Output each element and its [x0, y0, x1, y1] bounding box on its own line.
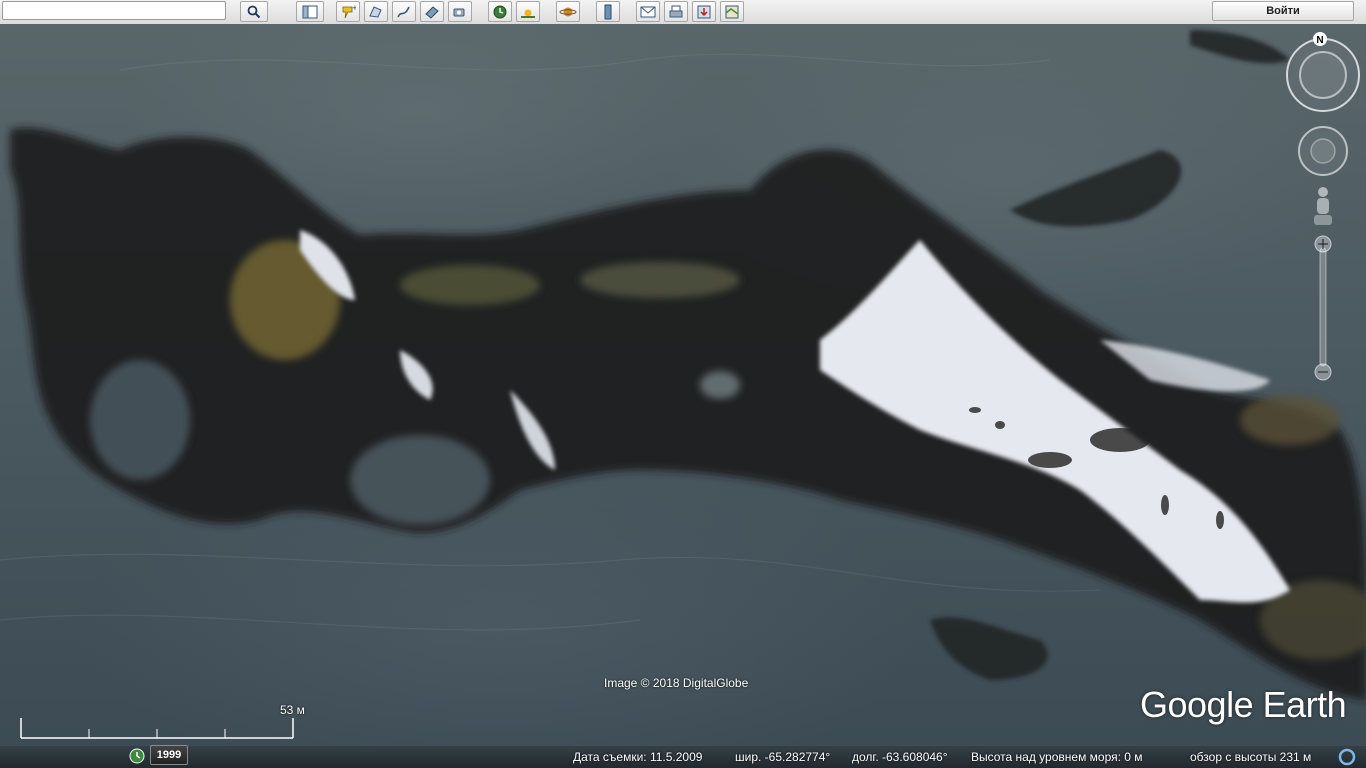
image-overlay-button[interactable]	[420, 1, 444, 22]
save-image-button[interactable]	[692, 1, 716, 22]
compass-north-label: N	[1316, 35, 1323, 46]
compass-ring[interactable]: N	[1284, 30, 1362, 116]
status-bar: Дата съемки: 11.5.2009 шир. -65.282774° …	[0, 746, 1366, 768]
add-path-button[interactable]	[392, 1, 416, 22]
search-button[interactable]	[240, 1, 268, 22]
login-button[interactable]: Войти	[1212, 1, 1354, 21]
latitude-readout: шир. -65.282774°	[735, 750, 831, 764]
toolbar: + Войти	[0, 0, 1366, 25]
street-view-pegman-icon[interactable]	[1311, 185, 1335, 229]
print-button[interactable]	[664, 1, 688, 22]
scale-label: 53 м	[280, 703, 305, 717]
planets-icon	[559, 7, 577, 16]
scale-bar	[20, 718, 294, 739]
image-overlay-icon	[425, 5, 439, 19]
elevation-readout: Высота над уровнем моря: 0 м	[971, 750, 1143, 764]
imagery-credit: Image © 2018 DigitalGlobe	[604, 676, 749, 690]
historical-imagery-icon	[493, 5, 507, 18]
eye-altitude-readout: обзор с высоты 231 м	[1190, 750, 1312, 764]
add-placemark-icon: +	[342, 4, 356, 18]
ruler-icon	[604, 4, 612, 19]
add-placemark-button[interactable]: +	[336, 1, 360, 22]
sunlight-icon	[521, 9, 535, 18]
email-icon	[640, 6, 656, 17]
zoom-slider[interactable]	[1311, 234, 1335, 386]
look-joystick[interactable]	[1297, 125, 1349, 177]
add-path-icon	[397, 6, 410, 17]
historical-year-button[interactable]: 1999	[150, 745, 188, 765]
email-button[interactable]	[636, 1, 660, 22]
ruler-button[interactable]	[596, 1, 620, 22]
streaming-status-icon	[1338, 748, 1356, 766]
historical-clock-icon[interactable]	[129, 748, 145, 764]
sunlight-button[interactable]	[516, 1, 540, 22]
satellite-imagery	[0, 30, 1366, 700]
add-polygon-icon	[369, 5, 382, 18]
view-in-maps-button[interactable]	[720, 1, 744, 22]
sidebar-toggle-button[interactable]	[296, 1, 324, 22]
record-tour-icon	[453, 8, 465, 16]
view-in-maps-icon	[725, 5, 739, 18]
imagery-date: Дата съемки: 11.5.2009	[573, 750, 703, 764]
search-icon	[247, 5, 261, 18]
longitude-readout: долг. -63.608046°	[852, 750, 948, 764]
map-view[interactable]: Image © 2018 DigitalGlobe Google Earth	[0, 24, 1366, 746]
save-image-icon	[697, 5, 711, 18]
search-input[interactable]	[2, 1, 226, 20]
sidebar-toggle-icon	[302, 5, 318, 18]
svg-text:+: +	[352, 4, 356, 12]
planets-button[interactable]	[556, 1, 580, 22]
print-icon	[669, 5, 683, 17]
historical-imagery-button[interactable]	[488, 1, 512, 22]
add-polygon-button[interactable]	[364, 1, 388, 22]
record-tour-button[interactable]	[448, 1, 472, 22]
google-earth-logo: Google Earth	[1140, 684, 1347, 725]
